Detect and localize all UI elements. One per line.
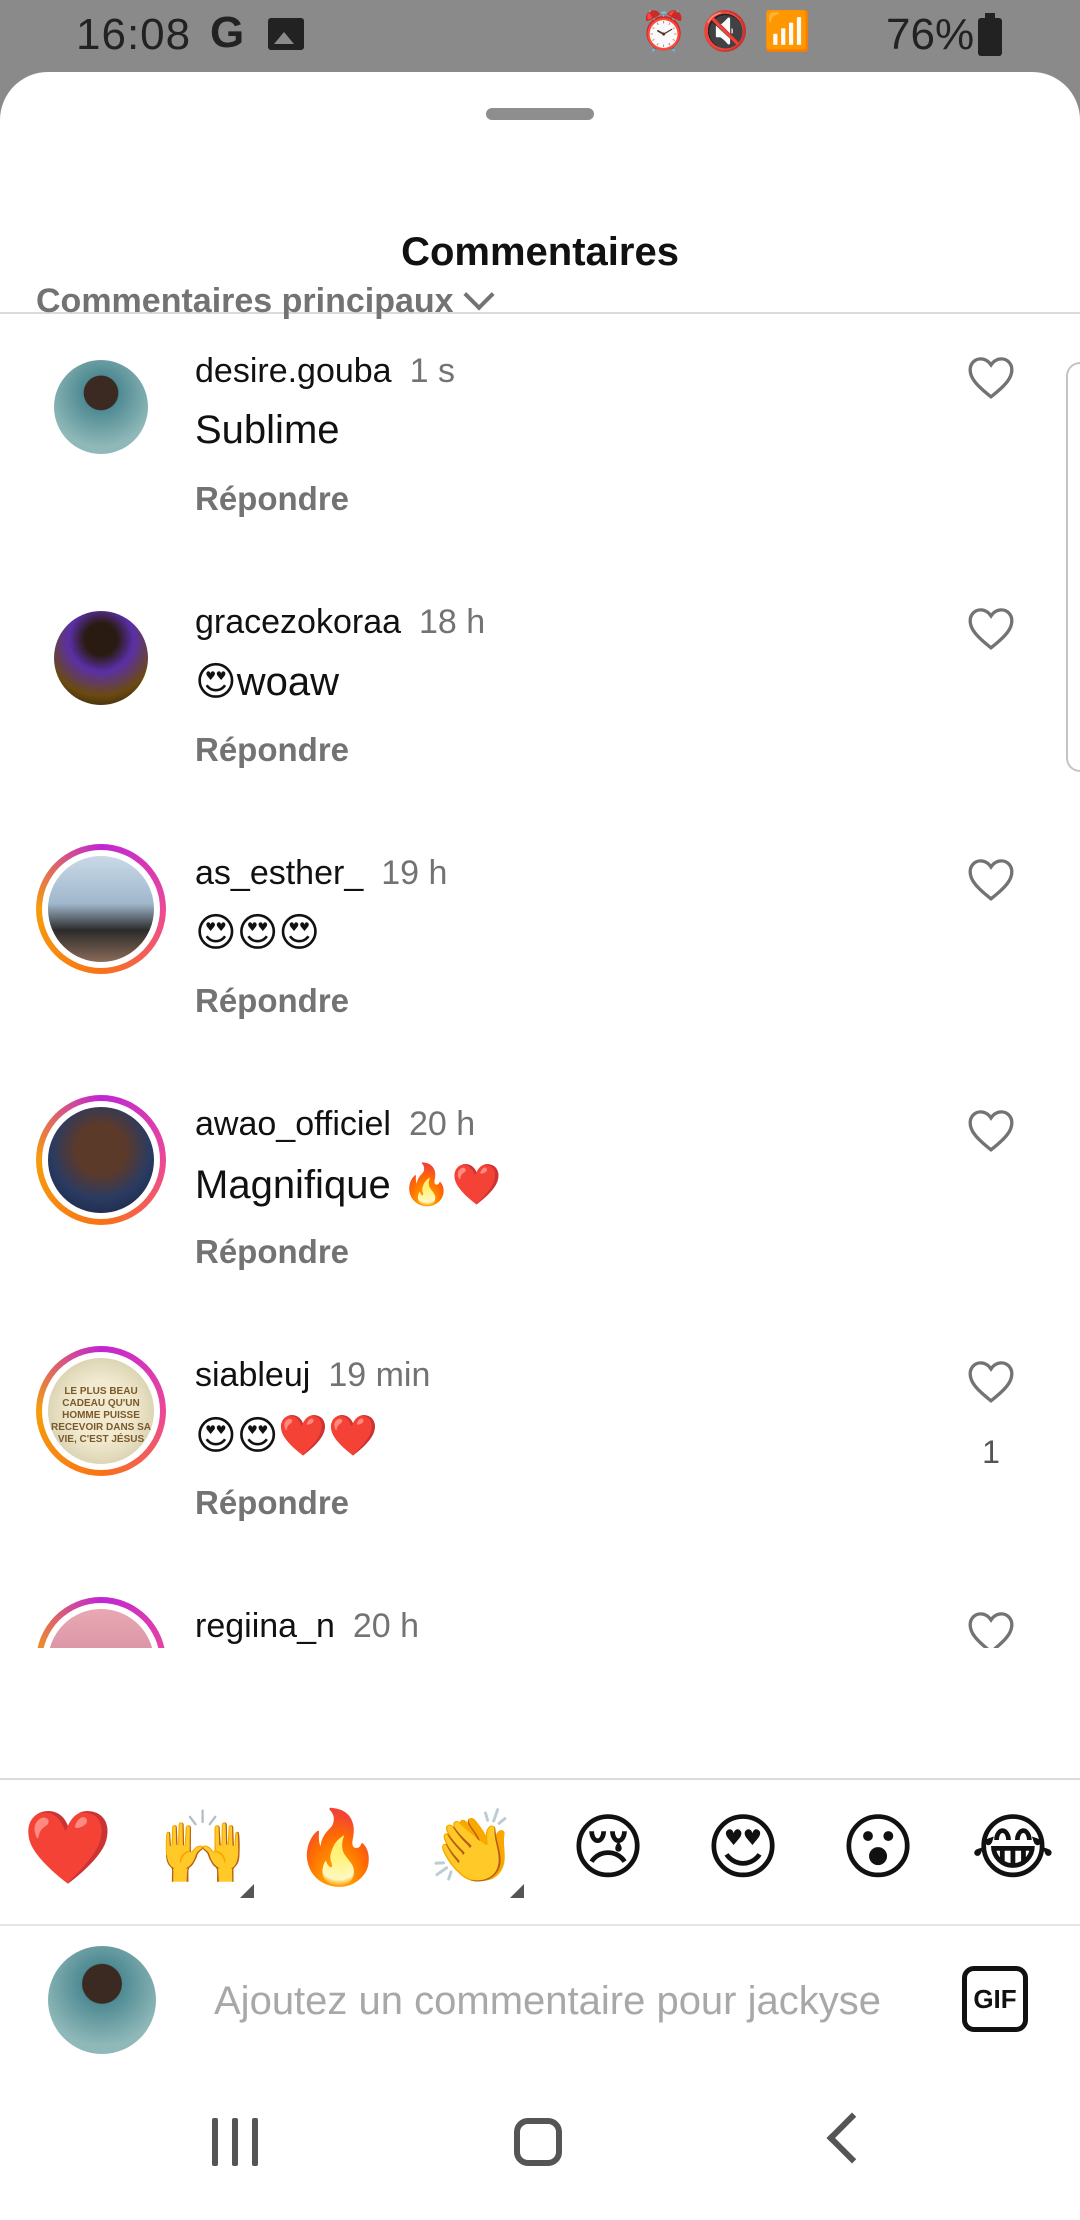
- heart-eyes-emoji-button[interactable]: 😍: [695, 1808, 791, 1888]
- sort-dropdown[interactable]: Commentaires principaux: [36, 278, 495, 321]
- comment-time: 1 s: [409, 352, 455, 390]
- heart-icon[interactable]: [966, 1358, 1016, 1404]
- avatar-image: [54, 360, 148, 454]
- comment-item: as_esther_ 19 h 😍😍😍 Répondre: [0, 844, 1080, 1095]
- like-count: 1: [982, 1434, 1000, 1470]
- status-icons: ⏰ 🔇 📶: [640, 11, 814, 53]
- gif-button[interactable]: GIF: [962, 1966, 1028, 2032]
- comment-username[interactable]: as_esther_: [195, 854, 363, 892]
- avatar-story-ring[interactable]: [36, 1095, 166, 1225]
- comment-time: 20 h: [408, 1105, 476, 1143]
- heart-icon[interactable]: [966, 1609, 1016, 1648]
- comment-text: 😍😍😍: [195, 911, 321, 955]
- surprised-emoji-button[interactable]: 😮: [830, 1808, 926, 1888]
- chevron-down-icon: [463, 278, 495, 311]
- heart-icon[interactable]: [966, 1107, 1016, 1153]
- battery-icon: [978, 13, 1002, 56]
- reply-button[interactable]: Répondre: [195, 982, 349, 1020]
- avatar-image: [48, 856, 154, 962]
- avatar-story-ring[interactable]: [36, 1597, 166, 1648]
- avatar-story-ring[interactable]: [36, 844, 166, 974]
- status-time: 16:08: [76, 10, 192, 59]
- recent-apps-icon[interactable]: [212, 2118, 262, 2166]
- comment-item: gracezokoraa 18 h 😍woaw Répondre: [0, 593, 1080, 844]
- system-nav-bar: [0, 2070, 1080, 2220]
- home-icon[interactable]: [514, 2118, 562, 2166]
- comment-username[interactable]: siableuj: [195, 1356, 310, 1394]
- comment-list[interactable]: desire.gouba 1 s Sublime Répondre gracezo…: [0, 342, 1080, 1648]
- reply-button[interactable]: Répondre: [195, 480, 349, 518]
- comment-time: 20 h: [352, 1607, 420, 1645]
- avatar[interactable]: [36, 342, 166, 472]
- reply-button[interactable]: Répondre: [195, 1233, 349, 1271]
- comment-item: desire.gouba 1 s Sublime Répondre: [0, 342, 1080, 593]
- avatar[interactable]: [36, 593, 166, 723]
- raising-hands-emoji-button[interactable]: 🙌: [155, 1808, 251, 1888]
- crying-emoji-button[interactable]: 😢: [560, 1808, 656, 1888]
- status-bar: 16:08 G ⏰ 🔇 📶 76%: [0, 0, 1080, 72]
- clapping-emoji-button[interactable]: 👏: [425, 1808, 521, 1888]
- comment-text: Magnifique 🔥❤️: [195, 1163, 502, 1207]
- fire-emoji-button[interactable]: 🔥: [290, 1808, 386, 1888]
- avatar-caption: LE PLUS BEAU CADEAU QU'UN HOMME PUISSE R…: [50, 1386, 151, 1445]
- avatar-image: LE PLUS BEAU CADEAU QU'UN HOMME PUISSE R…: [48, 1358, 154, 1464]
- comment-username[interactable]: awao_officiel: [195, 1105, 391, 1143]
- laughing-emoji-button[interactable]: 😂: [965, 1808, 1061, 1888]
- skin-tone-indicator-icon: [240, 1884, 254, 1898]
- comment-text: 😍woaw: [195, 660, 339, 704]
- comment-input[interactable]: [214, 1966, 914, 2036]
- sort-label: Commentaires principaux: [36, 282, 454, 320]
- comment-item: LE PLUS BEAU CADEAU QU'UN HOMME PUISSE R…: [0, 1346, 1080, 1597]
- comments-sheet: Commentaires Commentaires principaux des…: [0, 72, 1080, 2220]
- heart-icon[interactable]: [966, 856, 1016, 902]
- comment-username[interactable]: gracezokoraa: [195, 603, 401, 641]
- heart-icon[interactable]: [966, 605, 1016, 651]
- my-avatar: [48, 1946, 156, 2054]
- comment-text: Sublime: [195, 408, 340, 452]
- heart-icon[interactable]: [966, 354, 1016, 400]
- comment-username[interactable]: regiina_n: [195, 1607, 335, 1645]
- avatar-image: [48, 1107, 154, 1213]
- battery-percentage: 76%: [886, 10, 975, 59]
- drag-handle[interactable]: [486, 108, 594, 120]
- reply-button[interactable]: Répondre: [195, 1484, 349, 1522]
- quick-reaction-bar: ❤️ 🙌 🔥 👏 😢 😍 😮 😂: [0, 1780, 1080, 1922]
- comment-username[interactable]: desire.gouba: [195, 352, 392, 390]
- avatar-story-ring[interactable]: LE PLUS BEAU CADEAU QU'UN HOMME PUISSE R…: [36, 1346, 166, 1476]
- avatar-image: [54, 611, 148, 705]
- google-icon: G: [210, 8, 245, 57]
- back-icon[interactable]: [826, 2112, 878, 2164]
- skin-tone-indicator-icon: [510, 1884, 524, 1898]
- comment-text: 😍😍❤️❤️: [195, 1414, 379, 1458]
- sheet-title: Commentaires: [401, 230, 679, 274]
- comment-item: regiina_n 20 h: [0, 1597, 1080, 1648]
- comment-composer: GIF: [0, 1926, 1080, 2066]
- gallery-notification-icon: [268, 18, 304, 50]
- comment-time: 19 h: [381, 854, 448, 892]
- comment-item: awao_officiel 20 h Magnifique 🔥❤️ Répondr…: [0, 1095, 1080, 1346]
- reply-button[interactable]: Répondre: [195, 731, 349, 769]
- comment-time: 18 h: [419, 603, 486, 641]
- avatar-image: [48, 1609, 154, 1648]
- comment-time: 19 min: [328, 1356, 431, 1394]
- heart-emoji-button[interactable]: ❤️: [20, 1808, 116, 1888]
